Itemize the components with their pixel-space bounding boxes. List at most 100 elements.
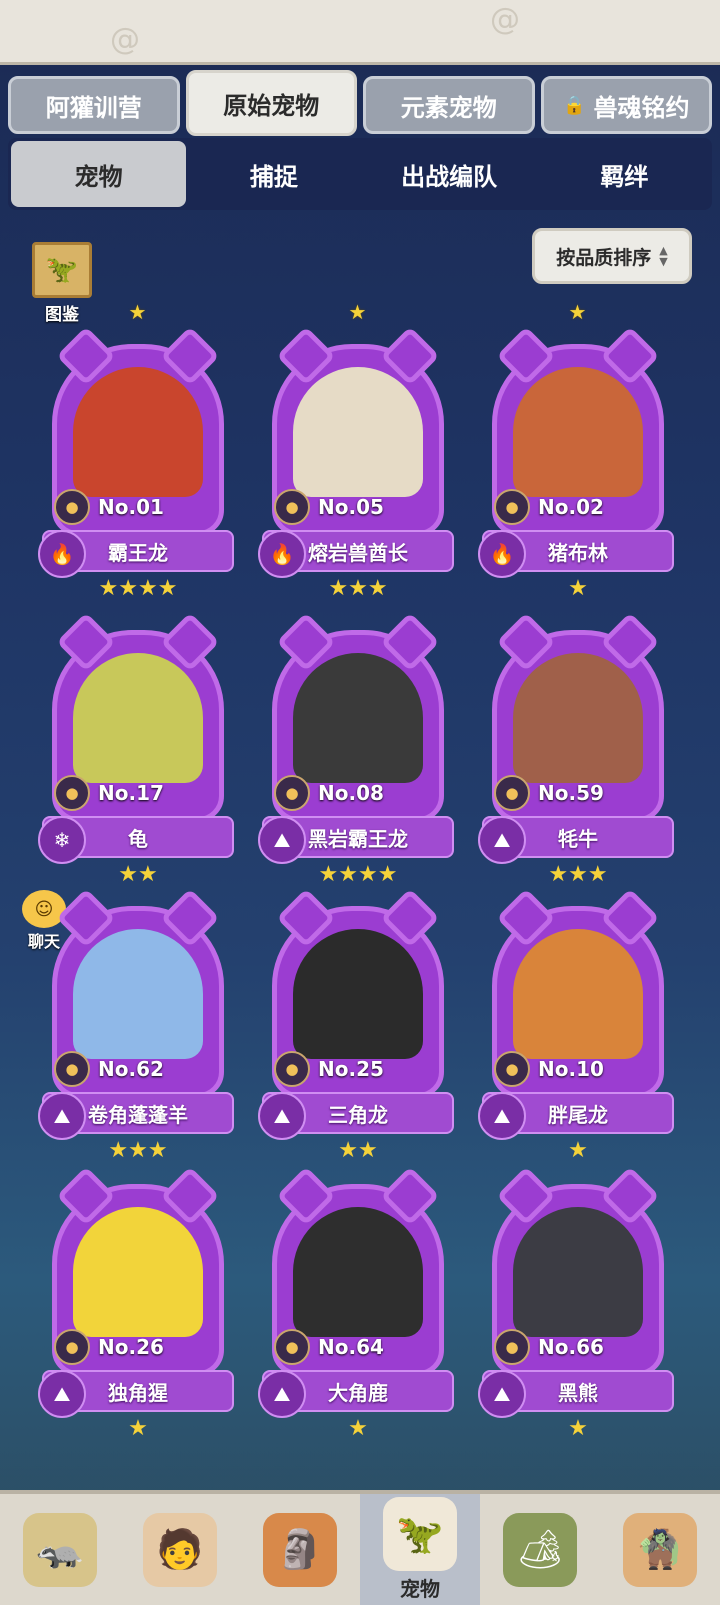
pet-portrait xyxy=(513,653,643,783)
pet-number-tag: ● No.25 xyxy=(274,1051,384,1087)
subtab-battle-team[interactable]: 出战编队 xyxy=(362,141,537,207)
nav-item-shop[interactable]: 🧌 xyxy=(600,1494,720,1605)
class-badge-icon: ● xyxy=(494,1051,530,1087)
earth-element-icon: ⛰ xyxy=(258,816,306,864)
class-badge-icon: ● xyxy=(494,489,530,525)
nav-item-totem[interactable]: 🗿 xyxy=(240,1494,360,1605)
nav-item-camp[interactable]: 🏕 xyxy=(480,1494,600,1605)
pet-card[interactable]: ★ ● No.05 熔岩兽酋长 🔥 ★★★ xyxy=(258,300,458,601)
earth-element-icon: ⛰ xyxy=(258,1092,306,1140)
earth-element-icon: ⛰ xyxy=(478,816,526,864)
swirl-decoration-icon: @ xyxy=(110,22,140,57)
ice-element-icon: ❄ xyxy=(38,816,86,864)
fire-element-icon: 🔥 xyxy=(258,530,306,578)
pet-portrait xyxy=(73,1207,203,1337)
tab-primal-pets[interactable]: 原始宠物 xyxy=(185,70,357,136)
class-badge-icon: ● xyxy=(54,1329,90,1365)
sort-by-quality-button[interactable]: 按品质排序 ▲ ▼ xyxy=(532,228,692,284)
class-badge-icon: ● xyxy=(494,775,530,811)
fire-element-icon: 🔥 xyxy=(478,530,526,578)
class-badge-icon: ● xyxy=(274,489,310,525)
pet-card[interactable]: ● No.08 黑岩霸王龙 ⛰ ★★★★ xyxy=(258,586,458,887)
hero-avatar-icon: 🧑 xyxy=(143,1512,217,1587)
pet-portrait xyxy=(293,929,423,1059)
tab-beast-soul-pact[interactable]: 🔒 兽魂铭约 xyxy=(540,76,712,134)
sort-arrows-icon: ▲ ▼ xyxy=(659,244,668,268)
earth-element-icon: ⛰ xyxy=(478,1370,526,1418)
earth-element-icon: ⛰ xyxy=(38,1370,86,1418)
pet-number-tag: ● No.02 xyxy=(494,489,604,525)
pet-card[interactable]: ● No.26 独角猩 ⛰ ★ xyxy=(38,1140,238,1441)
camp-avatar-icon: 🏕 xyxy=(503,1512,577,1587)
codex-book-icon: 🦖 xyxy=(32,242,92,298)
pet-card[interactable]: ★ ● No.01 霸王龙 🔥 ★★★★ xyxy=(38,300,238,601)
pet-stars-above: ★ xyxy=(128,300,148,324)
pet-card[interactable]: ● No.66 黑熊 ⛰ ★ xyxy=(478,1140,678,1441)
earth-element-icon: ⛰ xyxy=(38,1092,86,1140)
pet-portrait xyxy=(293,1207,423,1337)
pet-card[interactable]: ● No.17 龟 ❄ ★★ xyxy=(38,586,238,887)
class-badge-icon: ● xyxy=(494,1329,530,1365)
dino-pet-avatar-icon: 🦖 xyxy=(383,1497,457,1571)
pet-stars-above: ★ xyxy=(568,300,588,324)
tab-badger-camp[interactable]: 阿獾训营 xyxy=(8,76,180,134)
pet-number: No.10 xyxy=(538,1057,604,1081)
pet-stars-row: ★ xyxy=(478,1416,678,1441)
pet-number-tag: ● No.66 xyxy=(494,1329,604,1365)
pet-number-tag: ● No.62 xyxy=(54,1051,164,1087)
pet-stars-row: ★ xyxy=(38,1416,238,1441)
nav-item-badger[interactable]: 🦡 xyxy=(0,1494,120,1605)
pet-number-tag: ● No.64 xyxy=(274,1329,384,1365)
pet-number: No.66 xyxy=(538,1335,604,1359)
pet-portrait xyxy=(73,367,203,497)
pet-number-tag: ● No.26 xyxy=(54,1329,164,1365)
pet-portrait xyxy=(513,929,643,1059)
pet-number: No.05 xyxy=(318,495,384,519)
subtab-capture[interactable]: 捕捉 xyxy=(186,141,361,207)
totem-avatar-icon: 🗿 xyxy=(263,1512,337,1587)
pet-number: No.26 xyxy=(98,1335,164,1359)
badger-avatar-icon: 🦡 xyxy=(23,1512,97,1587)
pet-number: No.64 xyxy=(318,1335,384,1359)
pet-card[interactable]: ● No.59 牦牛 ⛰ ★★★ xyxy=(478,586,678,887)
pet-number: No.17 xyxy=(98,781,164,805)
pet-stars-above: ★ xyxy=(348,300,368,324)
sort-label: 按品质排序 xyxy=(556,246,652,269)
subtab-pets[interactable]: 宠物 xyxy=(11,141,187,207)
top-banner: @ @ xyxy=(0,0,720,65)
tab-element-pets[interactable]: 元素宠物 xyxy=(363,76,535,134)
pet-number-tag: ● No.01 xyxy=(54,489,164,525)
pet-number-tag: ● No.08 xyxy=(274,775,384,811)
pet-number-tag: ● No.10 xyxy=(494,1051,604,1087)
nav-item-hero[interactable]: 🧑 xyxy=(120,1494,240,1605)
pet-portrait xyxy=(513,1207,643,1337)
sub-tabs: 宠物 捕捉 出战编队 羁绊 xyxy=(8,138,712,210)
pet-number-tag: ● No.59 xyxy=(494,775,604,811)
tab-beast-soul-pact-label: 兽魂铭约 xyxy=(593,93,690,122)
pet-number: No.08 xyxy=(318,781,384,805)
pet-portrait xyxy=(73,929,203,1059)
fire-element-icon: 🔥 xyxy=(38,530,86,578)
pet-card[interactable]: ● No.25 三角龙 ⛰ ★★ xyxy=(258,862,458,1163)
pet-stars: ★ xyxy=(348,1416,368,1441)
pet-portrait xyxy=(293,653,423,783)
bottom-nav: 🦡 🧑 🗿 🦖 宠物 🏕 🧌 xyxy=(0,1490,720,1605)
pet-card[interactable]: ● No.64 大角鹿 ⛰ ★ xyxy=(258,1140,458,1441)
pet-portrait xyxy=(73,653,203,783)
swirl-decoration-icon: @ xyxy=(490,2,520,37)
pet-number: No.02 xyxy=(538,495,604,519)
pet-card[interactable]: ★ ● No.02 猪布林 🔥 ★ xyxy=(478,300,678,601)
nav-pets-label: 宠物 xyxy=(400,1577,440,1601)
nav-item-pets[interactable]: 🦖 宠物 xyxy=(360,1494,480,1605)
earth-element-icon: ⛰ xyxy=(478,1092,526,1140)
pet-number-tag: ● No.17 xyxy=(54,775,164,811)
pet-number: No.25 xyxy=(318,1057,384,1081)
pet-card[interactable]: ● No.10 胖尾龙 ⛰ ★ xyxy=(478,862,678,1163)
class-badge-icon: ● xyxy=(274,1329,310,1365)
earth-element-icon: ⛰ xyxy=(258,1370,306,1418)
subtab-bonds[interactable]: 羁绊 xyxy=(537,141,712,207)
shop-avatar-icon: 🧌 xyxy=(623,1512,697,1587)
pet-card[interactable]: ● No.62 卷角蓬蓬羊 ⛰ ★★★ xyxy=(38,862,238,1163)
pet-number: No.62 xyxy=(98,1057,164,1081)
pet-number: No.01 xyxy=(98,495,164,519)
